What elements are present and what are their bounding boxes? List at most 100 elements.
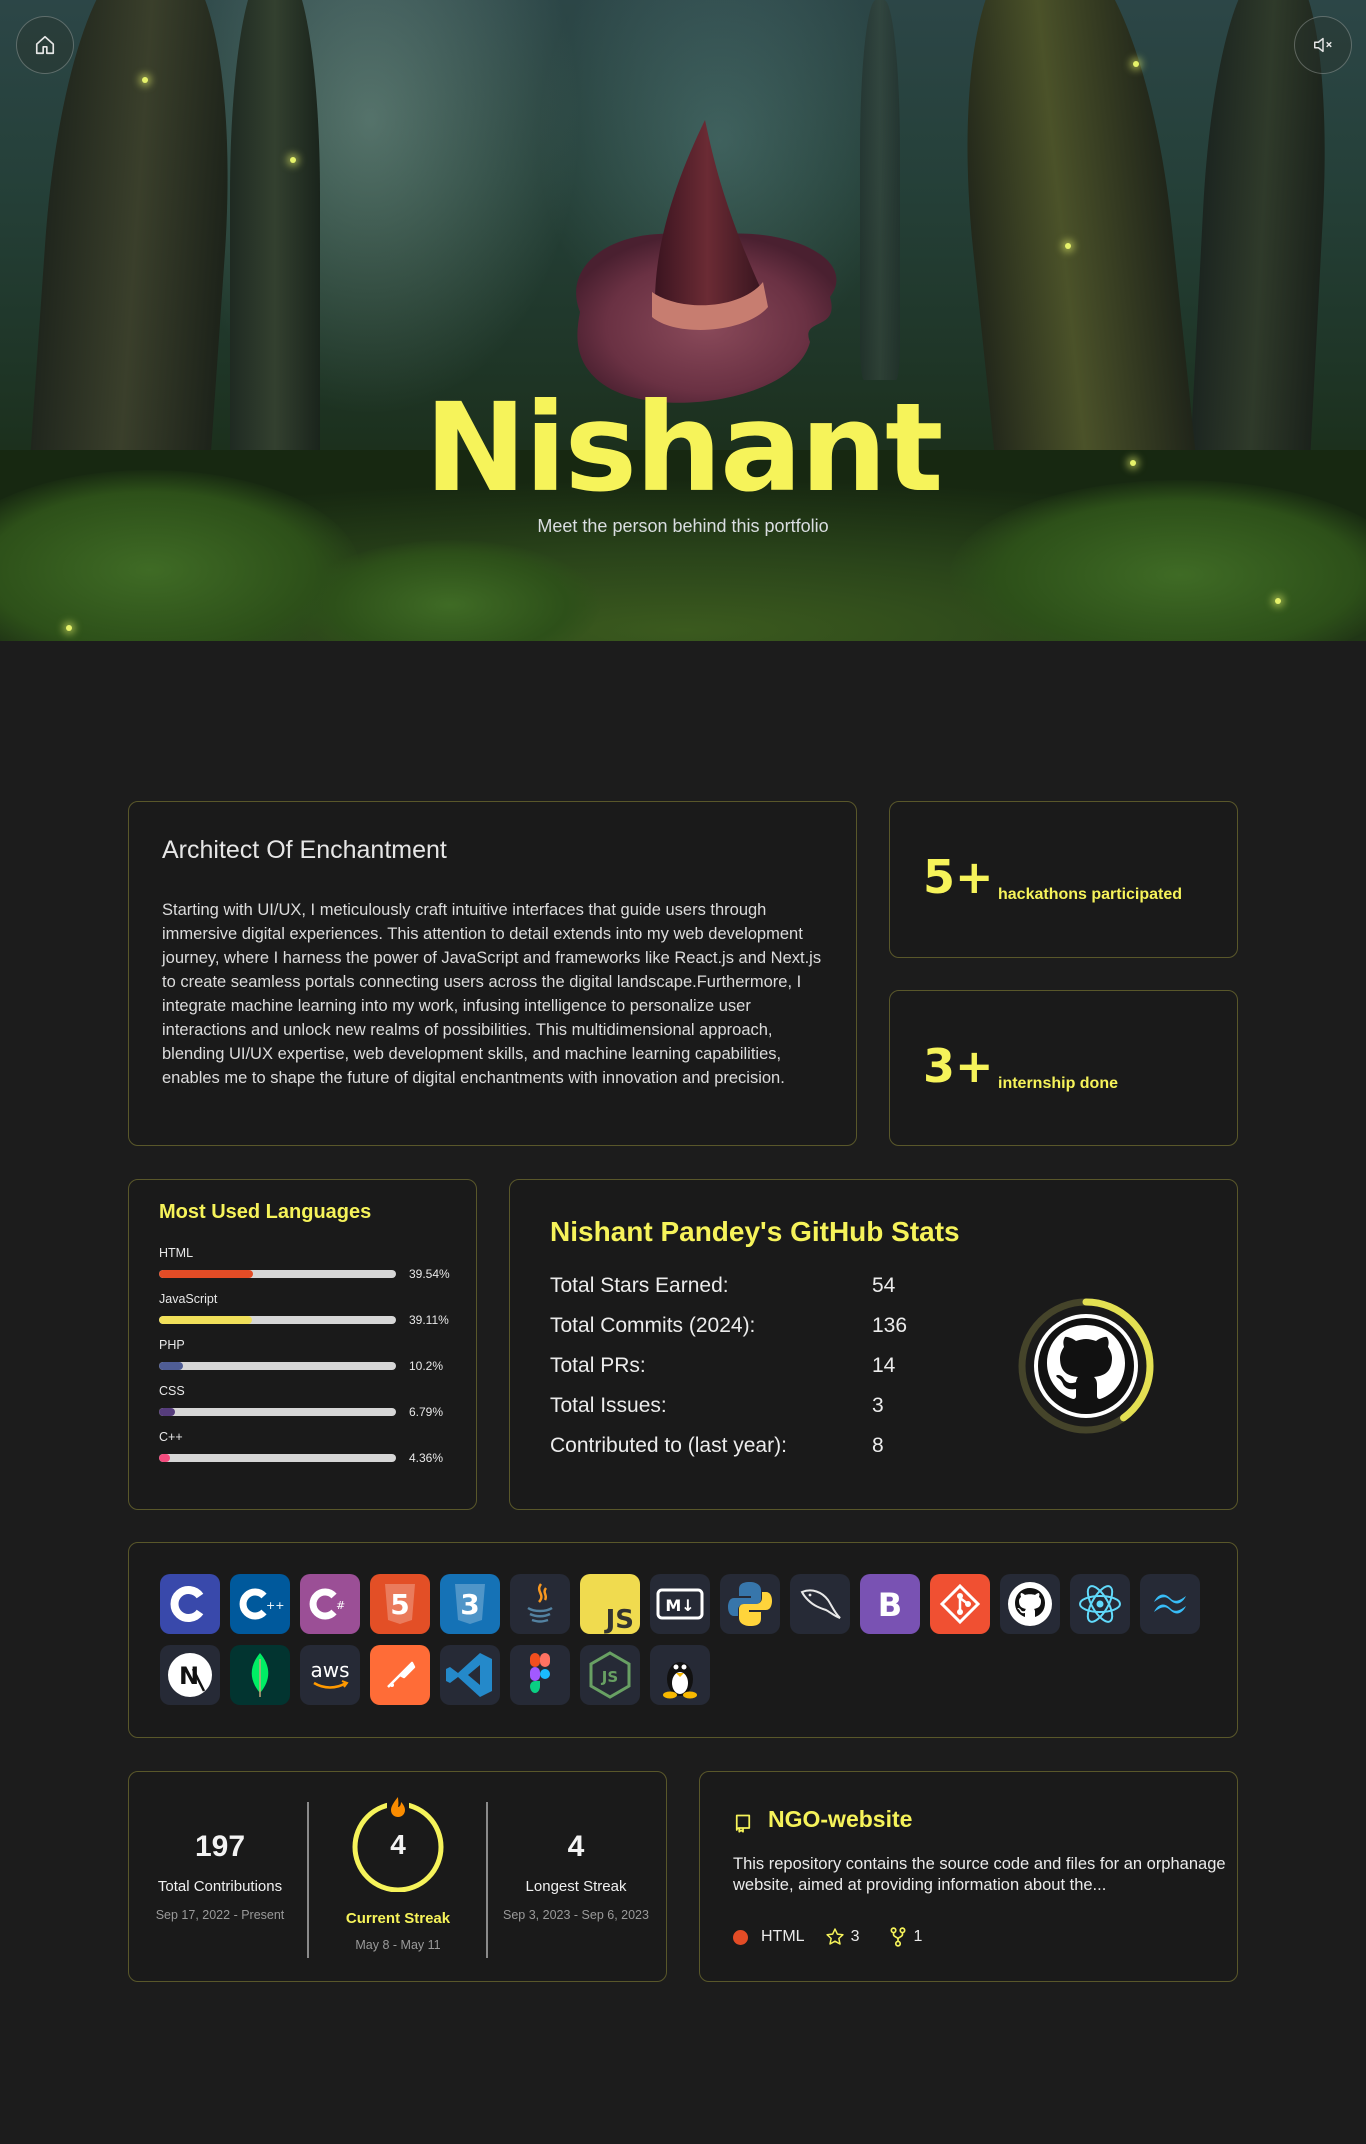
current-streak-label: Current Streak [345, 1910, 451, 1927]
mysql-icon [790, 1574, 850, 1634]
language-percent: 6.79% [409, 1405, 444, 1419]
language-bar-fill [159, 1362, 184, 1370]
tech-stack-card: ++ #5 3 JS M↓ B Naws JS [128, 1542, 1238, 1738]
language-row: HTML 39.54% [159, 1246, 469, 1281]
github-stat-value: 54 [872, 1274, 896, 1297]
github-stat-label: Total Issues: [550, 1394, 667, 1417]
github-stat-row: Total Commits (2024): 136 [550, 1314, 950, 1338]
stat-card-hackathons: 5+ hackathons participated [889, 801, 1238, 958]
javascript-icon: JS [580, 1574, 640, 1634]
java-icon [510, 1574, 570, 1634]
stat-label: internship done [998, 1075, 1118, 1092]
svg-text:5: 5 [390, 1588, 409, 1621]
language-name: C++ [159, 1430, 183, 1444]
longest-streak-value: 4 [567, 1830, 585, 1863]
figma-icon [510, 1645, 570, 1705]
svg-text:++: ++ [266, 1599, 284, 1612]
language-name: HTML [159, 1246, 194, 1260]
languages-card: Most Used Languages HTML 39.54% JavaScript… [128, 1179, 477, 1510]
language-name: CSS [159, 1384, 185, 1398]
mute-button[interactable] [1294, 16, 1352, 74]
repo-name-link[interactable]: NGO-website [768, 1806, 912, 1833]
github-stat-row: Total Stars Earned: 54 [550, 1274, 950, 1298]
svg-text:JS: JS [604, 1605, 634, 1634]
current-streak-range: May 8 - May 11 [355, 1938, 441, 1952]
language-percent: 39.11% [409, 1313, 449, 1327]
github-stat-label: Total PRs: [550, 1354, 646, 1377]
svg-text:B: B [878, 1586, 902, 1624]
about-card: Architect Of Enchantment Starting with U… [128, 801, 857, 1146]
home-icon [35, 35, 55, 55]
divider [486, 1802, 488, 1958]
github-stats-card: Nishant Pandey's GitHub Stats Total Star… [509, 1179, 1238, 1510]
language-row: PHP 10.2% [159, 1338, 469, 1373]
current-streak-value: 4 [390, 1829, 406, 1860]
about-title: Architect Of Enchantment [162, 836, 447, 864]
language-percent: 39.54% [409, 1267, 450, 1281]
forest-tree [860, 0, 900, 380]
streak-card: 197 Total Contributions Sep 17, 2022 - P… [128, 1771, 667, 1982]
nodejs-icon: JS [580, 1645, 640, 1705]
github-stat-value: 136 [872, 1314, 908, 1337]
github-stat-row: Total Issues: 3 [550, 1394, 950, 1418]
fork-icon [890, 1927, 906, 1947]
repo-description: This repository contains the source code… [733, 1855, 1226, 1894]
language-bar-track [159, 1316, 396, 1324]
linux-icon [650, 1645, 710, 1705]
firefly [66, 625, 72, 631]
tailwind-icon [1140, 1574, 1200, 1634]
language-bar-fill [159, 1408, 176, 1416]
bootstrap-icon: B [860, 1574, 920, 1634]
total-contributions: 197 Total Contributions Sep 17, 2022 - P… [134, 1772, 306, 1982]
css3-icon: 3 [440, 1574, 500, 1634]
repo-meta: HTML 3 1 [733, 1927, 922, 1947]
language-bar-track [159, 1408, 396, 1416]
git-icon [930, 1574, 990, 1634]
postman-icon [370, 1645, 430, 1705]
total-contributions-range: Sep 17, 2022 - Present [155, 1908, 285, 1922]
hero-subtitle: Meet the person behind this portfolio [537, 516, 829, 536]
language-bar-fill [159, 1316, 252, 1324]
repo-card[interactable]: NGO-website This repository contains the… [699, 1771, 1238, 1982]
aws-icon: aws [300, 1645, 360, 1705]
stat-label: hackathons participated [998, 886, 1183, 903]
github-stat-label: Total Stars Earned: [550, 1274, 729, 1297]
github-stat-row: Contributed to (last year): 8 [550, 1434, 950, 1458]
current-streak: 4 Current Streak May 8 - May 11 [312, 1772, 484, 1982]
github-stat-value: 3 [872, 1394, 884, 1417]
total-contributions-value: 197 [194, 1830, 246, 1863]
home-button[interactable] [16, 16, 74, 74]
csharp-icon: # [300, 1574, 360, 1634]
repo-forks: 1 [913, 1928, 923, 1945]
repo-icon [735, 1814, 751, 1833]
speaker-muted-icon [1314, 37, 1332, 53]
languages-title: Most Used Languages [159, 1201, 372, 1223]
python-icon [720, 1574, 780, 1634]
stat-value: 5+ [923, 850, 994, 904]
github-stat-label: Contributed to (last year): [550, 1434, 787, 1457]
mongodb-icon [230, 1645, 290, 1705]
language-percent: 10.2% [409, 1359, 444, 1373]
nextjs-icon: N [160, 1645, 220, 1705]
svg-text:JS: JS [601, 1668, 618, 1686]
star-icon [825, 1928, 844, 1945]
language-name: PHP [159, 1338, 185, 1352]
firefly [1065, 243, 1071, 249]
repo-stars: 3 [850, 1928, 860, 1945]
firefly [1275, 598, 1281, 604]
language-percent: 4.36% [409, 1451, 444, 1465]
c-icon [160, 1574, 220, 1634]
language-bar-track [159, 1454, 396, 1462]
svg-text:M↓: M↓ [665, 1596, 694, 1615]
github-icon [1000, 1574, 1060, 1634]
html5-icon: 5 [370, 1574, 430, 1634]
github-octocat-icon [1038, 1318, 1134, 1414]
vscode-icon [440, 1645, 500, 1705]
github-stats-title: Nishant Pandey's GitHub Stats [550, 1216, 960, 1247]
stat-card-internships: 3+ internship done [889, 990, 1238, 1146]
github-stat-value: 8 [872, 1434, 884, 1457]
wizard-hat-image [576, 120, 837, 403]
github-stat-value: 14 [872, 1354, 896, 1377]
hero-banner: Nishant Meet the person behind this port… [0, 0, 1366, 641]
react-icon [1070, 1574, 1130, 1634]
